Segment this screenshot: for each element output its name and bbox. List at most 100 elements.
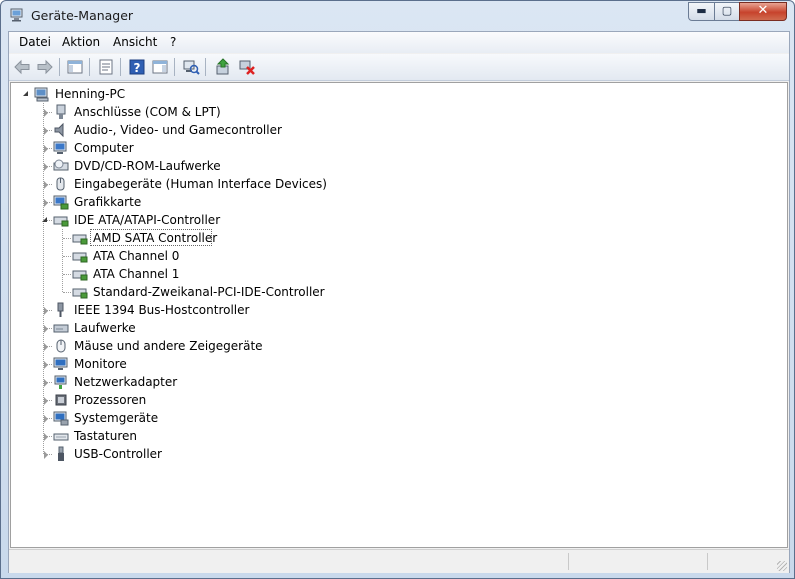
tree-category-label: IDE ATA/ATAPI-Controller	[74, 213, 221, 227]
tree-category-label: Monitore	[74, 357, 127, 371]
device-tree[interactable]: Henning-PC Anschlüsse (COM & LPT) Audio-,…	[10, 82, 788, 548]
keyboard-icon	[53, 433, 69, 441]
tree-category-label: Systemgeräte	[74, 411, 159, 425]
computer-icon	[34, 87, 49, 102]
tree-connector	[63, 292, 71, 293]
tree-category-label: Anschlüsse (COM & LPT)	[74, 105, 221, 119]
expand-icon[interactable]	[44, 127, 48, 135]
expand-icon[interactable]	[44, 361, 48, 369]
processor-icon	[55, 394, 67, 406]
resize-grip[interactable]	[777, 561, 787, 571]
speaker-icon	[54, 122, 64, 138]
tree-category-label: IEEE 1394 Bus-Hostcontroller	[74, 303, 250, 317]
toolbar-separator	[174, 58, 175, 76]
expand-icon[interactable]	[44, 415, 48, 423]
monitor-icon	[53, 357, 68, 370]
tree-category[interactable]: Computer	[11, 139, 411, 157]
ide-device-icon	[72, 288, 88, 299]
status-pane	[707, 553, 709, 570]
tree-device-label: AMD SATA Controller	[93, 231, 218, 245]
menu-aktion[interactable]: Aktion	[62, 35, 100, 49]
menu-datei[interactable]: Datei	[19, 35, 51, 49]
expand-icon[interactable]	[44, 109, 48, 117]
tree-category-label: DVD/CD-ROM-Laufwerke	[74, 159, 221, 173]
tree-category[interactable]: Audio-, Video- und Gamecontroller	[11, 121, 411, 139]
tree-category[interactable]: Netzwerkadapter	[11, 373, 411, 391]
show-hide-console-tree-icon[interactable]	[66, 58, 84, 76]
usb-icon	[58, 446, 64, 461]
tree-category[interactable]: IDE ATA/ATAPI-Controller	[11, 211, 411, 229]
disk-drive-icon	[53, 324, 69, 333]
hid-icon	[56, 177, 65, 191]
collapse-icon[interactable]	[42, 217, 47, 222]
tree-category[interactable]: Tastaturen	[11, 427, 411, 445]
tree-category[interactable]: USB-Controller	[11, 445, 411, 463]
tree-category[interactable]: Grafikkarte	[11, 193, 411, 211]
tree-root[interactable]: Henning-PC	[11, 85, 411, 103]
tree-category-label: Laufwerke	[74, 321, 136, 335]
help-icon[interactable]: ?	[128, 58, 146, 76]
forward-icon[interactable]	[36, 58, 54, 76]
device-manager-icon	[10, 8, 23, 22]
close-button[interactable]: ✕	[739, 2, 787, 21]
menu-ansicht[interactable]: Ansicht	[113, 35, 157, 49]
expand-icon[interactable]	[44, 397, 48, 405]
tree-category[interactable]: Prozessoren	[11, 391, 411, 409]
expand-icon[interactable]	[44, 433, 48, 441]
tree-category[interactable]: Anschlüsse (COM & LPT)	[11, 103, 411, 121]
tree-category-label: Audio-, Video- und Gamecontroller	[74, 123, 282, 137]
tree-category-label: Grafikkarte	[74, 195, 142, 209]
close-icon: ✕	[757, 3, 769, 18]
tree-category-label: Tastaturen	[74, 429, 137, 443]
expand-icon[interactable]	[44, 343, 48, 351]
show-action-pane-icon[interactable]	[151, 58, 169, 76]
tree-category[interactable]: Mäuse und andere Zeigegeräte	[11, 337, 411, 355]
maximize-button[interactable]: ▢	[714, 2, 740, 21]
tree-device[interactable]: Standard-Zweikanal-PCI-IDE-Controller	[11, 283, 511, 301]
mouse-icon	[56, 339, 66, 353]
window-title: Geräte-Manager	[31, 8, 134, 23]
computer-icon	[53, 141, 67, 154]
ide-controller-icon	[53, 216, 69, 227]
properties-icon[interactable]	[97, 58, 115, 76]
tree-connector	[63, 256, 71, 257]
minimize-button[interactable]: ▬	[688, 2, 715, 21]
update-driver-icon[interactable]	[214, 58, 232, 76]
tree-category[interactable]: Systemgeräte	[11, 409, 411, 427]
tree-device-label: ATA Channel 0	[93, 249, 180, 263]
menu-help[interactable]: ?	[170, 35, 176, 49]
client-area: Datei Aktion Ansicht ? ? Henning-PC Ansc…	[8, 31, 790, 573]
uninstall-icon[interactable]	[238, 58, 256, 76]
tree-connector	[63, 274, 71, 275]
tree-device[interactable]: ATA Channel 1	[11, 265, 511, 283]
expand-icon[interactable]	[44, 379, 48, 387]
tree-device[interactable]: ATA Channel 0	[11, 247, 511, 265]
menu-bar: Datei Aktion Ansicht ?	[9, 32, 789, 53]
scan-hardware-icon[interactable]	[182, 58, 200, 76]
tree-device-label: ATA Channel 1	[93, 267, 180, 281]
expand-icon[interactable]	[44, 325, 48, 333]
tree-category[interactable]: Monitore	[11, 355, 411, 373]
tree-category[interactable]: Eingabegeräte (Human Interface Devices)	[11, 175, 411, 193]
title-bar[interactable]: Geräte-Manager ▬ ▢ ✕	[1, 1, 794, 31]
expand-icon[interactable]	[44, 199, 48, 207]
expand-icon[interactable]	[44, 307, 48, 315]
expand-icon[interactable]	[44, 181, 48, 189]
tree-category[interactable]: Laufwerke	[11, 319, 411, 337]
toolbar-separator	[205, 58, 206, 76]
network-adapter-icon	[54, 375, 67, 389]
tree-category[interactable]: DVD/CD-ROM-Laufwerke	[11, 157, 411, 175]
toolbar-separator	[59, 58, 60, 76]
collapse-icon[interactable]	[23, 91, 28, 96]
ide-device-icon	[72, 252, 88, 263]
toolbar-separator	[89, 58, 90, 76]
tree-device[interactable]: AMD SATA Controller	[11, 229, 511, 247]
tree-connector	[63, 238, 71, 239]
back-icon[interactable]	[13, 58, 31, 76]
expand-icon[interactable]	[44, 163, 48, 171]
tree-category-label: Computer	[74, 141, 134, 155]
toolbar: ?	[9, 54, 789, 81]
tree-category[interactable]: IEEE 1394 Bus-Hostcontroller	[11, 301, 411, 319]
expand-icon[interactable]	[44, 451, 48, 459]
expand-icon[interactable]	[44, 145, 48, 153]
